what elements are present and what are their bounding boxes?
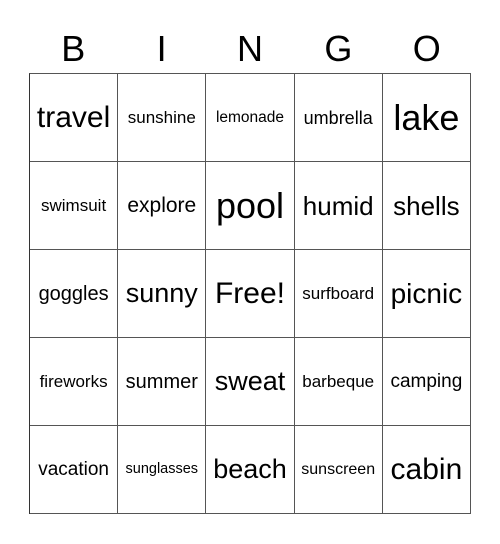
bingo-header: B I N G O — [29, 26, 471, 72]
bingo-cell[interactable]: explore — [118, 162, 207, 250]
bingo-cell[interactable]: vacation — [30, 426, 119, 514]
bingo-cell[interactable]: goggles — [30, 250, 119, 338]
free-space-label: Free! — [214, 276, 285, 310]
bingo-cell[interactable]: travel — [30, 74, 119, 162]
cell-word: camping — [390, 371, 463, 392]
header-letter-o: O — [412, 28, 441, 69]
cell-word: sunscreen — [301, 460, 376, 478]
bingo-cell[interactable]: beach — [206, 426, 295, 514]
cell-word: humid — [302, 190, 374, 221]
free-space-cell[interactable]: Free! — [206, 250, 295, 338]
bingo-board: travel sunshine lemonade umbrella lake s… — [29, 73, 471, 514]
header-letter-b: B — [61, 28, 86, 69]
bingo-cell[interactable]: swimsuit — [30, 162, 119, 250]
cell-word: surfboard — [302, 284, 375, 303]
cell-word: sunshine — [127, 108, 196, 127]
cell-word: sweat — [214, 366, 286, 396]
header-letter-n: N — [236, 28, 263, 69]
cell-word: vacation — [38, 459, 109, 480]
cell-word: swimsuit — [41, 196, 107, 215]
cell-word: sunny — [125, 278, 198, 308]
cell-word: fireworks — [39, 372, 108, 391]
cell-word: cabin — [390, 452, 463, 486]
bingo-cell[interactable]: sunshine — [118, 74, 207, 162]
header-letter-g: G — [324, 28, 353, 69]
cell-word: shells — [393, 190, 460, 221]
bingo-cell[interactable]: summer — [118, 338, 207, 426]
cell-word: umbrella — [303, 107, 373, 128]
bingo-cell[interactable]: sweat — [206, 338, 295, 426]
cell-word: sunglasses — [125, 461, 199, 478]
bingo-cell[interactable]: surfboard — [294, 250, 383, 338]
cell-word: explore — [127, 194, 197, 217]
bingo-cell[interactable]: sunglasses — [118, 426, 207, 514]
cell-word: pool — [215, 184, 285, 226]
bingo-cell[interactable]: umbrella — [294, 74, 383, 162]
bingo-cell[interactable]: fireworks — [30, 338, 119, 426]
cell-word: goggles — [38, 282, 109, 305]
bingo-cell[interactable]: camping — [382, 338, 471, 426]
bingo-cell[interactable]: cabin — [382, 426, 471, 514]
cell-word: barbeque — [302, 372, 375, 391]
cell-word: picnic — [390, 277, 463, 309]
bingo-cell[interactable]: sunscreen — [294, 426, 383, 514]
cell-word: lake — [393, 96, 460, 138]
bingo-cell[interactable]: pool — [206, 162, 295, 250]
bingo-cell[interactable]: picnic — [382, 250, 471, 338]
header-letter-i: I — [156, 28, 167, 69]
cell-word: travel — [36, 100, 111, 134]
cell-word: summer — [125, 370, 198, 393]
bingo-cell[interactable]: lemonade — [206, 74, 295, 162]
cell-word: lemonade — [215, 108, 285, 126]
bingo-cell[interactable]: humid — [294, 162, 383, 250]
bingo-cell[interactable]: lake — [382, 74, 471, 162]
bingo-cell[interactable]: sunny — [118, 250, 207, 338]
bingo-cell[interactable]: barbeque — [294, 338, 383, 426]
bingo-cell[interactable]: shells — [382, 162, 471, 250]
cell-word: beach — [213, 454, 287, 484]
